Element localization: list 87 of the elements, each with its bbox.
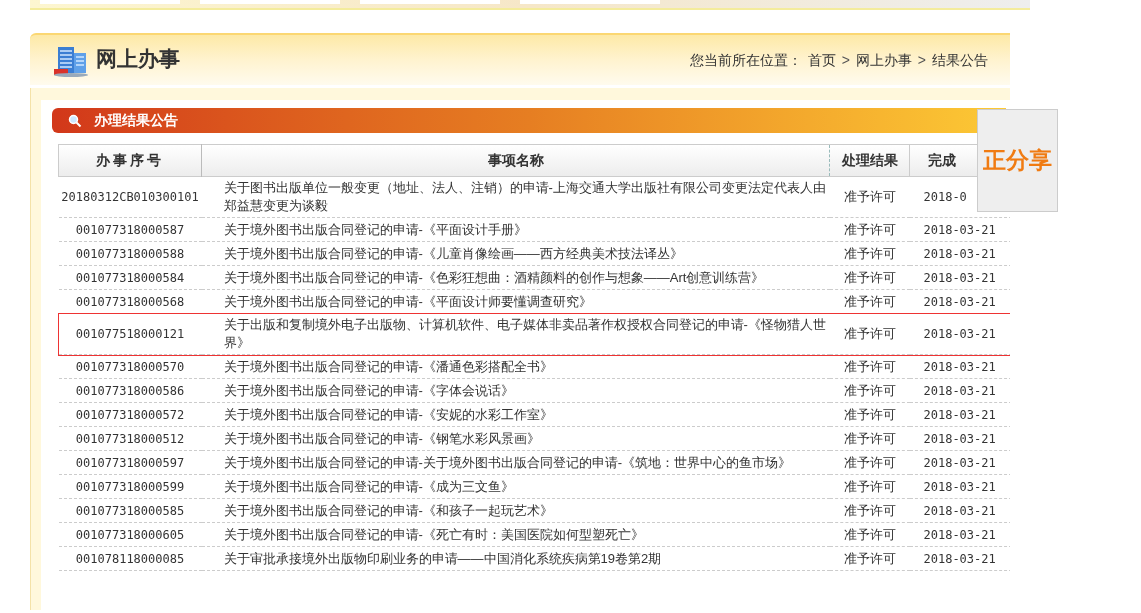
result-cell: 准予许可	[843, 526, 896, 542]
id-cell: 001077518000121	[75, 327, 185, 341]
table-row[interactable]: 001078118000085 关于审批承接境外出版物印刷业务的申请——中国消化系统疾病第19卷第2期 准予许可 2018-03-21	[58, 546, 1010, 571]
table-row[interactable]: 001077318000586 关于境外图书出版合同登记的申请-《字体会说话》 准予许可 2018-03-21	[58, 378, 1010, 403]
item-name-cell: 关于审批承接境外出版物印刷业务的申请——中国消化系统疾病第19卷第2期	[223, 550, 662, 566]
result-cell: 准予许可	[843, 326, 896, 342]
item-name-cell: 关于境外图书出版合同登记的申请-《成为三文鱼》	[223, 478, 514, 494]
table-row[interactable]: 001077318000512 关于境外图书出版合同登记的申请-《钢笔水彩风景画》 准予许可 2018-03-21	[58, 426, 1010, 451]
column-header: 完成	[928, 152, 956, 168]
date-cell: 2018-03-21	[923, 270, 996, 285]
result-cell: 准予许可	[843, 454, 896, 470]
item-name-cell: 关于出版和复制境外电子出版物、计算机软件、电子媒体非卖品著作权授权合同登记的申请-《怪物猎人世界》	[223, 317, 826, 350]
item-name-cell: 关于境外图书出版合同登记的申请-《潘通色彩搭配全书》	[223, 358, 553, 374]
date-cell: 2018-03-21	[923, 327, 996, 341]
id-cell: 001077318000599	[75, 479, 185, 494]
id-cell: 001077318000588	[75, 246, 185, 261]
table-row[interactable]: 001077318000587 关于境外图书出版合同登记的申请-《平面设计手册》 准予许可 2018-03-21	[58, 217, 1010, 242]
table-row[interactable]: 001077318000585 关于境外图书出版合同登记的申请-《和孩子一起玩艺术》 准予许可 2018-03-21	[58, 498, 1010, 523]
id-cell: 001077318000572	[75, 407, 185, 422]
id-cell: 001077318000584	[75, 270, 185, 285]
id-cell: 001077318000512	[75, 431, 185, 446]
date-cell: 2018-03-21	[923, 222, 996, 237]
id-cell: 001077318000597	[75, 455, 185, 470]
result-cell: 准予许可	[843, 382, 896, 398]
item-name-cell: 关于境外图书出版合同登记的申请-《色彩狂想曲：酒精颜料的创作与想象——Art创意训练营》	[223, 269, 765, 285]
item-name-cell: 关于境外图书出版合同登记的申请-《儿童肖像绘画——西方经典美术技法译丛》	[223, 245, 683, 261]
id-cell: 001077318000605	[75, 527, 185, 542]
item-name-cell: 关于境外图书出版合同登记的申请-《和孩子一起玩艺术》	[223, 502, 553, 518]
result-cell: 准予许可	[843, 269, 896, 285]
result-cell: 准予许可	[843, 502, 896, 518]
table-row[interactable]: 001077318000597 关于境外图书出版合同登记的申请-关于境外图书出版合同登记的申请-《筑地：世界中心的鱼市场》 准予许可 2018-03-21	[58, 450, 1010, 475]
date-cell: 2018-03-21	[923, 359, 996, 374]
page-title: 网上办事	[96, 46, 180, 74]
table-row[interactable]: 001077318000599 关于境外图书出版合同登记的申请-《成为三文鱼》 准予许可 2018-03-21	[58, 474, 1010, 499]
result-cell: 准予许可	[843, 189, 896, 205]
date-cell: 2018-03-21	[923, 383, 996, 398]
date-cell: 2018-03-21	[923, 246, 996, 261]
breadcrumb-link[interactable]: 结果公告	[932, 49, 988, 71]
location-label: 您当前所在位置：	[689, 50, 802, 70]
id-cell: 001077318000587	[75, 222, 185, 237]
column-header: 办事序号	[96, 152, 164, 168]
breadcrumb-link[interactable]: 网上办事	[855, 49, 912, 71]
date-cell: 2018-03-21	[923, 431, 996, 446]
id-cell: 001077318000570	[75, 359, 185, 374]
id-cell: 001077318000568	[75, 294, 185, 309]
breadcrumb-separator: >	[917, 50, 926, 70]
date-cell: 2018-03-21	[923, 503, 996, 518]
table-row[interactable]: 001077318000570 关于境外图书出版合同登记的申请-《潘通色彩搭配全书》 准予许可 2018-03-21	[58, 354, 1010, 379]
column-header: 事项名称	[487, 152, 544, 168]
table-row[interactable]: 001077318000568 关于境外图书出版合同登记的申请-《平面设计师要懂调查研究》 准予许可 2018-03-21	[58, 289, 1010, 314]
result-cell: 准予许可	[843, 430, 896, 446]
breadcrumb-link[interactable]: 首页	[807, 49, 836, 71]
table-row[interactable]: 001077518000121 关于出版和复制境外电子出版物、计算机软件、电子媒体非卖品著作权授权合同登记的申请-《怪物猎人世界》 准予许可 2018-03-21	[58, 313, 1010, 355]
item-name-cell: 关于图书出版单位一般变更（地址、法人、注销）的申请-上海交通大学出版社有限公司变更法定代表人由郑益慧变更为谈毅	[223, 180, 826, 213]
search-icon	[68, 113, 82, 128]
item-name-cell: 关于境外图书出版合同登记的申请-《钢笔水彩风景画》	[223, 430, 540, 446]
item-name-cell: 关于境外图书出版合同登记的申请-《死亡有时：美国医院如何型塑死亡》	[223, 526, 644, 542]
date-cell: 2018-0	[923, 190, 967, 204]
table-row[interactable]: 001077318000584 关于境外图书出版合同登记的申请-《色彩狂想曲：酒精颜料的创作与想象——Art创意训练营》 准予许可 2018-03-21	[58, 265, 1010, 290]
item-name-cell: 关于境外图书出版合同登记的申请-关于境外图书出版合同登记的申请-《筑地：世界中心的鱼市场》	[223, 454, 792, 470]
date-cell: 2018-03-21	[923, 407, 996, 422]
result-cell: 准予许可	[843, 245, 896, 261]
item-name-cell: 关于境外图书出版合同登记的申请-《平面设计师要懂调查研究》	[223, 293, 592, 309]
result-cell: 准予许可	[843, 358, 896, 374]
id-cell: 20180312CB010300101	[61, 190, 199, 204]
result-cell: 准予许可	[843, 221, 896, 237]
id-cell: 001078118000085	[75, 551, 185, 566]
table-row[interactable]: 001077318000572 关于境外图书出版合同登记的申请-《安妮的水彩工作室》 准予许可 2018-03-21	[58, 402, 1010, 427]
date-cell: 2018-03-21	[923, 479, 996, 494]
result-cell: 准予许可	[843, 293, 896, 309]
result-cell: 准予许可	[843, 406, 896, 422]
date-cell: 2018-03-21	[923, 455, 996, 470]
table-row[interactable]: 001077318000605 关于境外图书出版合同登记的申请-《死亡有时：美国医院如何型塑死亡》 准予许可 2018-03-21	[58, 522, 1010, 547]
id-cell: 001077318000586	[75, 383, 185, 398]
date-cell: 2018-03-21	[923, 527, 996, 542]
breadcrumb-separator: >	[841, 50, 850, 70]
column-header: 处理结果	[841, 152, 898, 168]
result-cell: 准予许可	[843, 550, 896, 566]
date-cell: 2018-03-21	[923, 551, 996, 566]
table-row[interactable]: 001077318000588 关于境外图书出版合同登记的申请-《儿童肖像绘画——西方经典美术技法译丛》 准予许可 2018-03-21	[58, 241, 1010, 266]
date-cell: 2018-03-21	[923, 294, 996, 309]
section-title: 办理结果公告	[94, 111, 178, 130]
result-cell: 准予许可	[843, 478, 896, 494]
item-name-cell: 关于境外图书出版合同登记的申请-《安妮的水彩工作室》	[223, 406, 553, 422]
item-name-cell: 关于境外图书出版合同登记的申请-《平面设计手册》	[223, 221, 527, 237]
item-name-cell: 关于境外图书出版合同登记的申请-《字体会说话》	[223, 382, 514, 398]
id-cell: 001077318000585	[75, 503, 185, 518]
